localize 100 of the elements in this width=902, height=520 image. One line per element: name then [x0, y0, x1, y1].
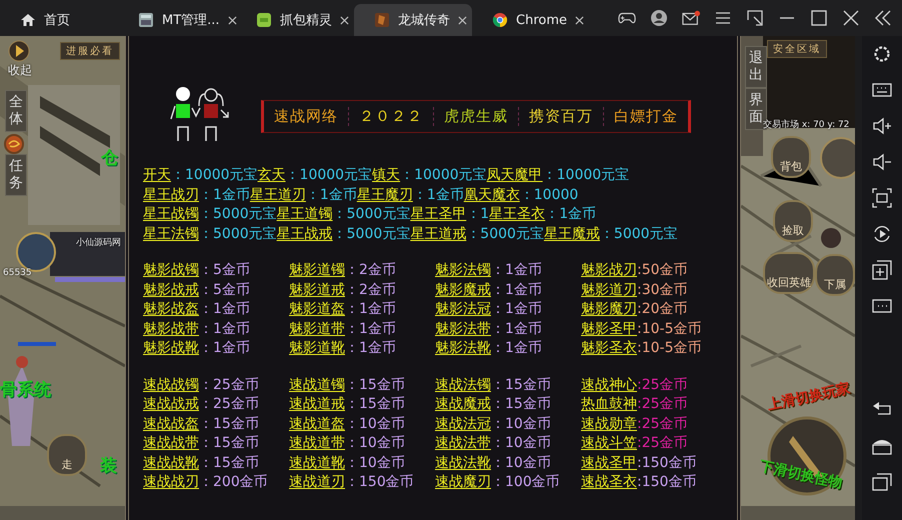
- side-tab[interactable]: 退出: [745, 46, 767, 88]
- item-price: ：5000元宝: [600, 224, 678, 244]
- item-price: ：10000元宝: [286, 166, 372, 185]
- tab[interactable]: 首页: [0, 4, 118, 36]
- item-link[interactable]: 魅影魔戒: [435, 282, 491, 298]
- item-link[interactable]: 魅影魔刃: [581, 301, 637, 317]
- close-icon[interactable]: [340, 16, 349, 24]
- rotate-icon[interactable]: [872, 224, 892, 244]
- side-tab[interactable]: 全体: [5, 90, 27, 132]
- item-price: :150金币: [637, 454, 696, 470]
- hud-tag[interactable]: 进服必看: [60, 42, 120, 60]
- item-link[interactable]: 魅影战盔: [143, 301, 199, 317]
- item-link[interactable]: 速战斗笠: [581, 435, 637, 451]
- item-link[interactable]: 速战魔刃: [435, 474, 491, 490]
- swipe-hint: 上滑切换玩家: [766, 379, 852, 415]
- item-link[interactable]: 魅影道刃: [581, 282, 637, 298]
- fullscreen-icon[interactable]: [872, 188, 892, 208]
- item-link[interactable]: 星王战刃: [143, 186, 199, 205]
- tab[interactable]: MT管理...: [118, 4, 236, 36]
- item-link[interactable]: 速战法带: [435, 435, 491, 451]
- hud-tag[interactable]: 安全区域: [767, 40, 827, 58]
- item-link[interactable]: 魅影战镯: [143, 262, 199, 278]
- item-link[interactable]: 魅影道戒: [289, 282, 345, 298]
- item-link[interactable]: 速战法冠: [435, 416, 491, 432]
- side-tab[interactable]: 任务: [5, 154, 27, 196]
- item-price: ：5金币: [199, 282, 250, 298]
- item-link[interactable]: 速战战刃: [143, 474, 199, 490]
- item-link[interactable]: 魅影道靴: [289, 340, 345, 356]
- collapse-icon[interactable]: [874, 9, 892, 27]
- tab[interactable]: Chrome: [472, 4, 590, 36]
- add-window-icon[interactable]: [872, 260, 892, 280]
- item-link[interactable]: 速战道刃: [289, 474, 345, 490]
- item-link[interactable]: 魅影道带: [289, 320, 345, 336]
- item-link[interactable]: 星王道戒: [410, 224, 466, 244]
- item-link[interactable]: 星王法镯: [143, 224, 199, 244]
- item-link[interactable]: 凰天魔衣: [464, 186, 520, 205]
- item-link[interactable]: 魅影战刃: [581, 262, 637, 278]
- item-link[interactable]: 速战战镯: [143, 376, 199, 392]
- close-icon[interactable]: [228, 16, 237, 24]
- item-link[interactable]: 速战战盔: [143, 416, 199, 432]
- item-link[interactable]: 速战勋章: [581, 416, 637, 432]
- item-link[interactable]: 星王战戒: [276, 224, 333, 244]
- item-link[interactable]: 速战道靴: [289, 454, 345, 470]
- item-price: ：15金币: [491, 396, 551, 412]
- mail-icon[interactable]: [682, 9, 700, 27]
- item-link[interactable]: 速战法靴: [435, 454, 491, 470]
- item-link[interactable]: 星王战镯: [143, 205, 199, 224]
- item-link[interactable]: 魅影战靴: [143, 340, 199, 356]
- avatar-icon[interactable]: [650, 9, 668, 27]
- item-link[interactable]: 速战道镯: [289, 376, 345, 392]
- item-link[interactable]: 魅影圣甲: [581, 320, 637, 336]
- item-link[interactable]: 魅影圣衣: [581, 340, 637, 356]
- item-link[interactable]: 星王圣甲: [410, 205, 466, 224]
- item-link[interactable]: 速战战戒: [143, 396, 199, 412]
- item-link[interactable]: 速战魔戒: [435, 396, 491, 412]
- item-link[interactable]: 魅影道镯: [289, 262, 345, 278]
- item-link[interactable]: 速战道盔: [289, 416, 345, 432]
- item-link[interactable]: 速战道戒: [289, 396, 345, 412]
- item-link[interactable]: 星王圣衣: [489, 205, 546, 224]
- maximize-icon[interactable]: [810, 9, 828, 27]
- close-icon[interactable]: [575, 16, 584, 24]
- item-link[interactable]: 魅影战戒: [143, 282, 199, 298]
- item-link[interactable]: 热血鼓神: [581, 396, 637, 412]
- item-link[interactable]: 速战战靴: [143, 454, 199, 470]
- volume-down-icon[interactable]: [872, 152, 892, 172]
- item-link[interactable]: 星王道镯: [276, 205, 333, 224]
- item-link[interactable]: 魅影法镯: [435, 262, 491, 278]
- item-link[interactable]: 速战道带: [289, 435, 345, 451]
- slogan-text: 速战网络: [264, 106, 349, 126]
- play-button-icon[interactable]: [8, 40, 30, 62]
- shrink-icon[interactable]: [746, 9, 764, 27]
- close-icon[interactable]: [842, 9, 860, 27]
- item-link[interactable]: 镇天: [372, 166, 400, 186]
- item-link[interactable]: 星王魔戒: [544, 224, 600, 244]
- item-price: ：10000元宝: [400, 166, 487, 185]
- settings-icon[interactable]: [872, 44, 892, 64]
- recents-icon[interactable]: [872, 472, 892, 492]
- item-link[interactable]: 速战圣甲: [581, 454, 637, 470]
- item-link[interactable]: 开天: [143, 166, 171, 186]
- item-link[interactable]: 凤天魔甲: [486, 166, 543, 186]
- item-price: ：1金币: [345, 320, 396, 336]
- item-price: ：150金币: [345, 474, 414, 490]
- item-link[interactable]: 魅影道盔: [289, 301, 345, 317]
- item-link[interactable]: 魅影法靴: [435, 340, 491, 356]
- tab[interactable]: 龙城传奇: [354, 4, 472, 36]
- item-link[interactable]: 速战法镯: [435, 376, 491, 392]
- item-link[interactable]: 速战战带: [143, 435, 199, 451]
- volume-up-icon[interactable]: [872, 116, 892, 136]
- close-icon[interactable]: [458, 16, 467, 24]
- item-link[interactable]: 星王道刃: [250, 186, 306, 205]
- item-link[interactable]: 速战神心: [581, 376, 637, 392]
- item-link[interactable]: 魅影法冠: [435, 301, 491, 317]
- item-link[interactable]: 速战圣衣: [581, 474, 637, 490]
- item-price: ：15金币: [199, 435, 259, 451]
- item-link[interactable]: 星王魔刃: [356, 186, 413, 205]
- tab[interactable]: 抓包精灵: [236, 4, 354, 36]
- item-link[interactable]: 魅影法带: [435, 320, 491, 336]
- item-link[interactable]: 魅影战带: [143, 320, 199, 336]
- item-link[interactable]: 玄天: [258, 166, 286, 186]
- item-price: ：10金币: [345, 454, 405, 470]
